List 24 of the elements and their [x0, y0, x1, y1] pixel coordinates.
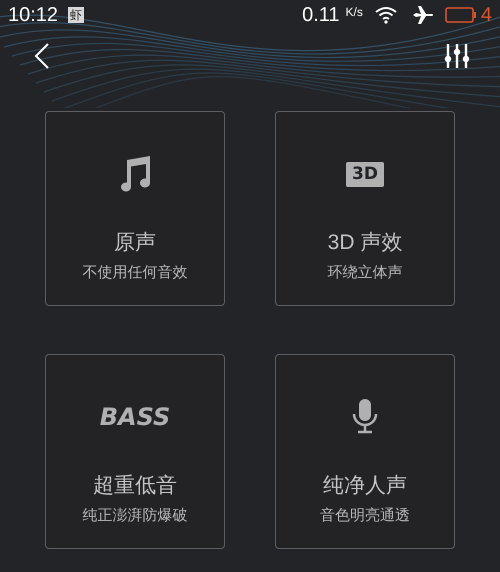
- bass-wordmark: BASS: [100, 405, 170, 429]
- effect-title: 超重低音: [93, 475, 177, 496]
- effect-description: 音色明亮通透: [320, 508, 410, 523]
- 3d-badge-icon: 3D: [346, 162, 384, 186]
- notification-icon: 虾: [68, 7, 84, 23]
- status-time: 10:12: [8, 3, 58, 28]
- effect-description: 纯正澎湃防爆破: [82, 508, 188, 523]
- sound-effect-card[interactable]: 3D 3D 声效 环绕立体声: [275, 111, 455, 306]
- network-speed: 0.11: [302, 3, 340, 28]
- battery-level: 4: [480, 3, 492, 28]
- airplane-icon: [412, 6, 433, 24]
- effect-description: 环绕立体声: [328, 265, 402, 280]
- effect-title: 纯净人声: [323, 475, 407, 496]
- battery-icon: [444, 7, 477, 23]
- speed-unit: K/s: [346, 4, 363, 21]
- effect-title: 原声: [114, 232, 156, 253]
- equalizer-settings-button[interactable]: [444, 41, 470, 71]
- sound-effect-card[interactable]: 原声 不使用任何音效: [45, 111, 225, 306]
- microphone-icon: [351, 399, 379, 435]
- effect-title: 3D 声效: [328, 232, 402, 253]
- sound-effect-card[interactable]: BASS 超重低音 纯正澎湃防爆破: [45, 354, 225, 549]
- effect-description: 不使用任何音效: [82, 265, 188, 280]
- wifi-icon: [374, 6, 397, 24]
- sound-effect-card[interactable]: 纯净人声 音色明亮通透: [275, 354, 455, 549]
